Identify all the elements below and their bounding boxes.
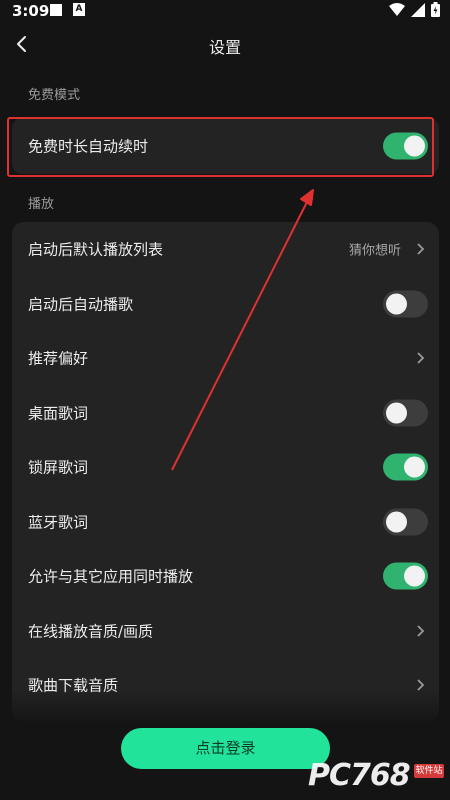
settings-screen: 3:09 A 设置 免费模式 免费时长自动续时 播放 启动后默认播放列表 猜你想… (0, 0, 450, 800)
annotation-arrow-icon (171, 189, 314, 471)
login-button[interactable]: 点击登录 (121, 728, 330, 769)
watermark-text: PC768 (308, 758, 411, 793)
watermark-badge: 软件站 (414, 764, 444, 778)
watermark-logo: PC768 软件站 (304, 756, 444, 796)
